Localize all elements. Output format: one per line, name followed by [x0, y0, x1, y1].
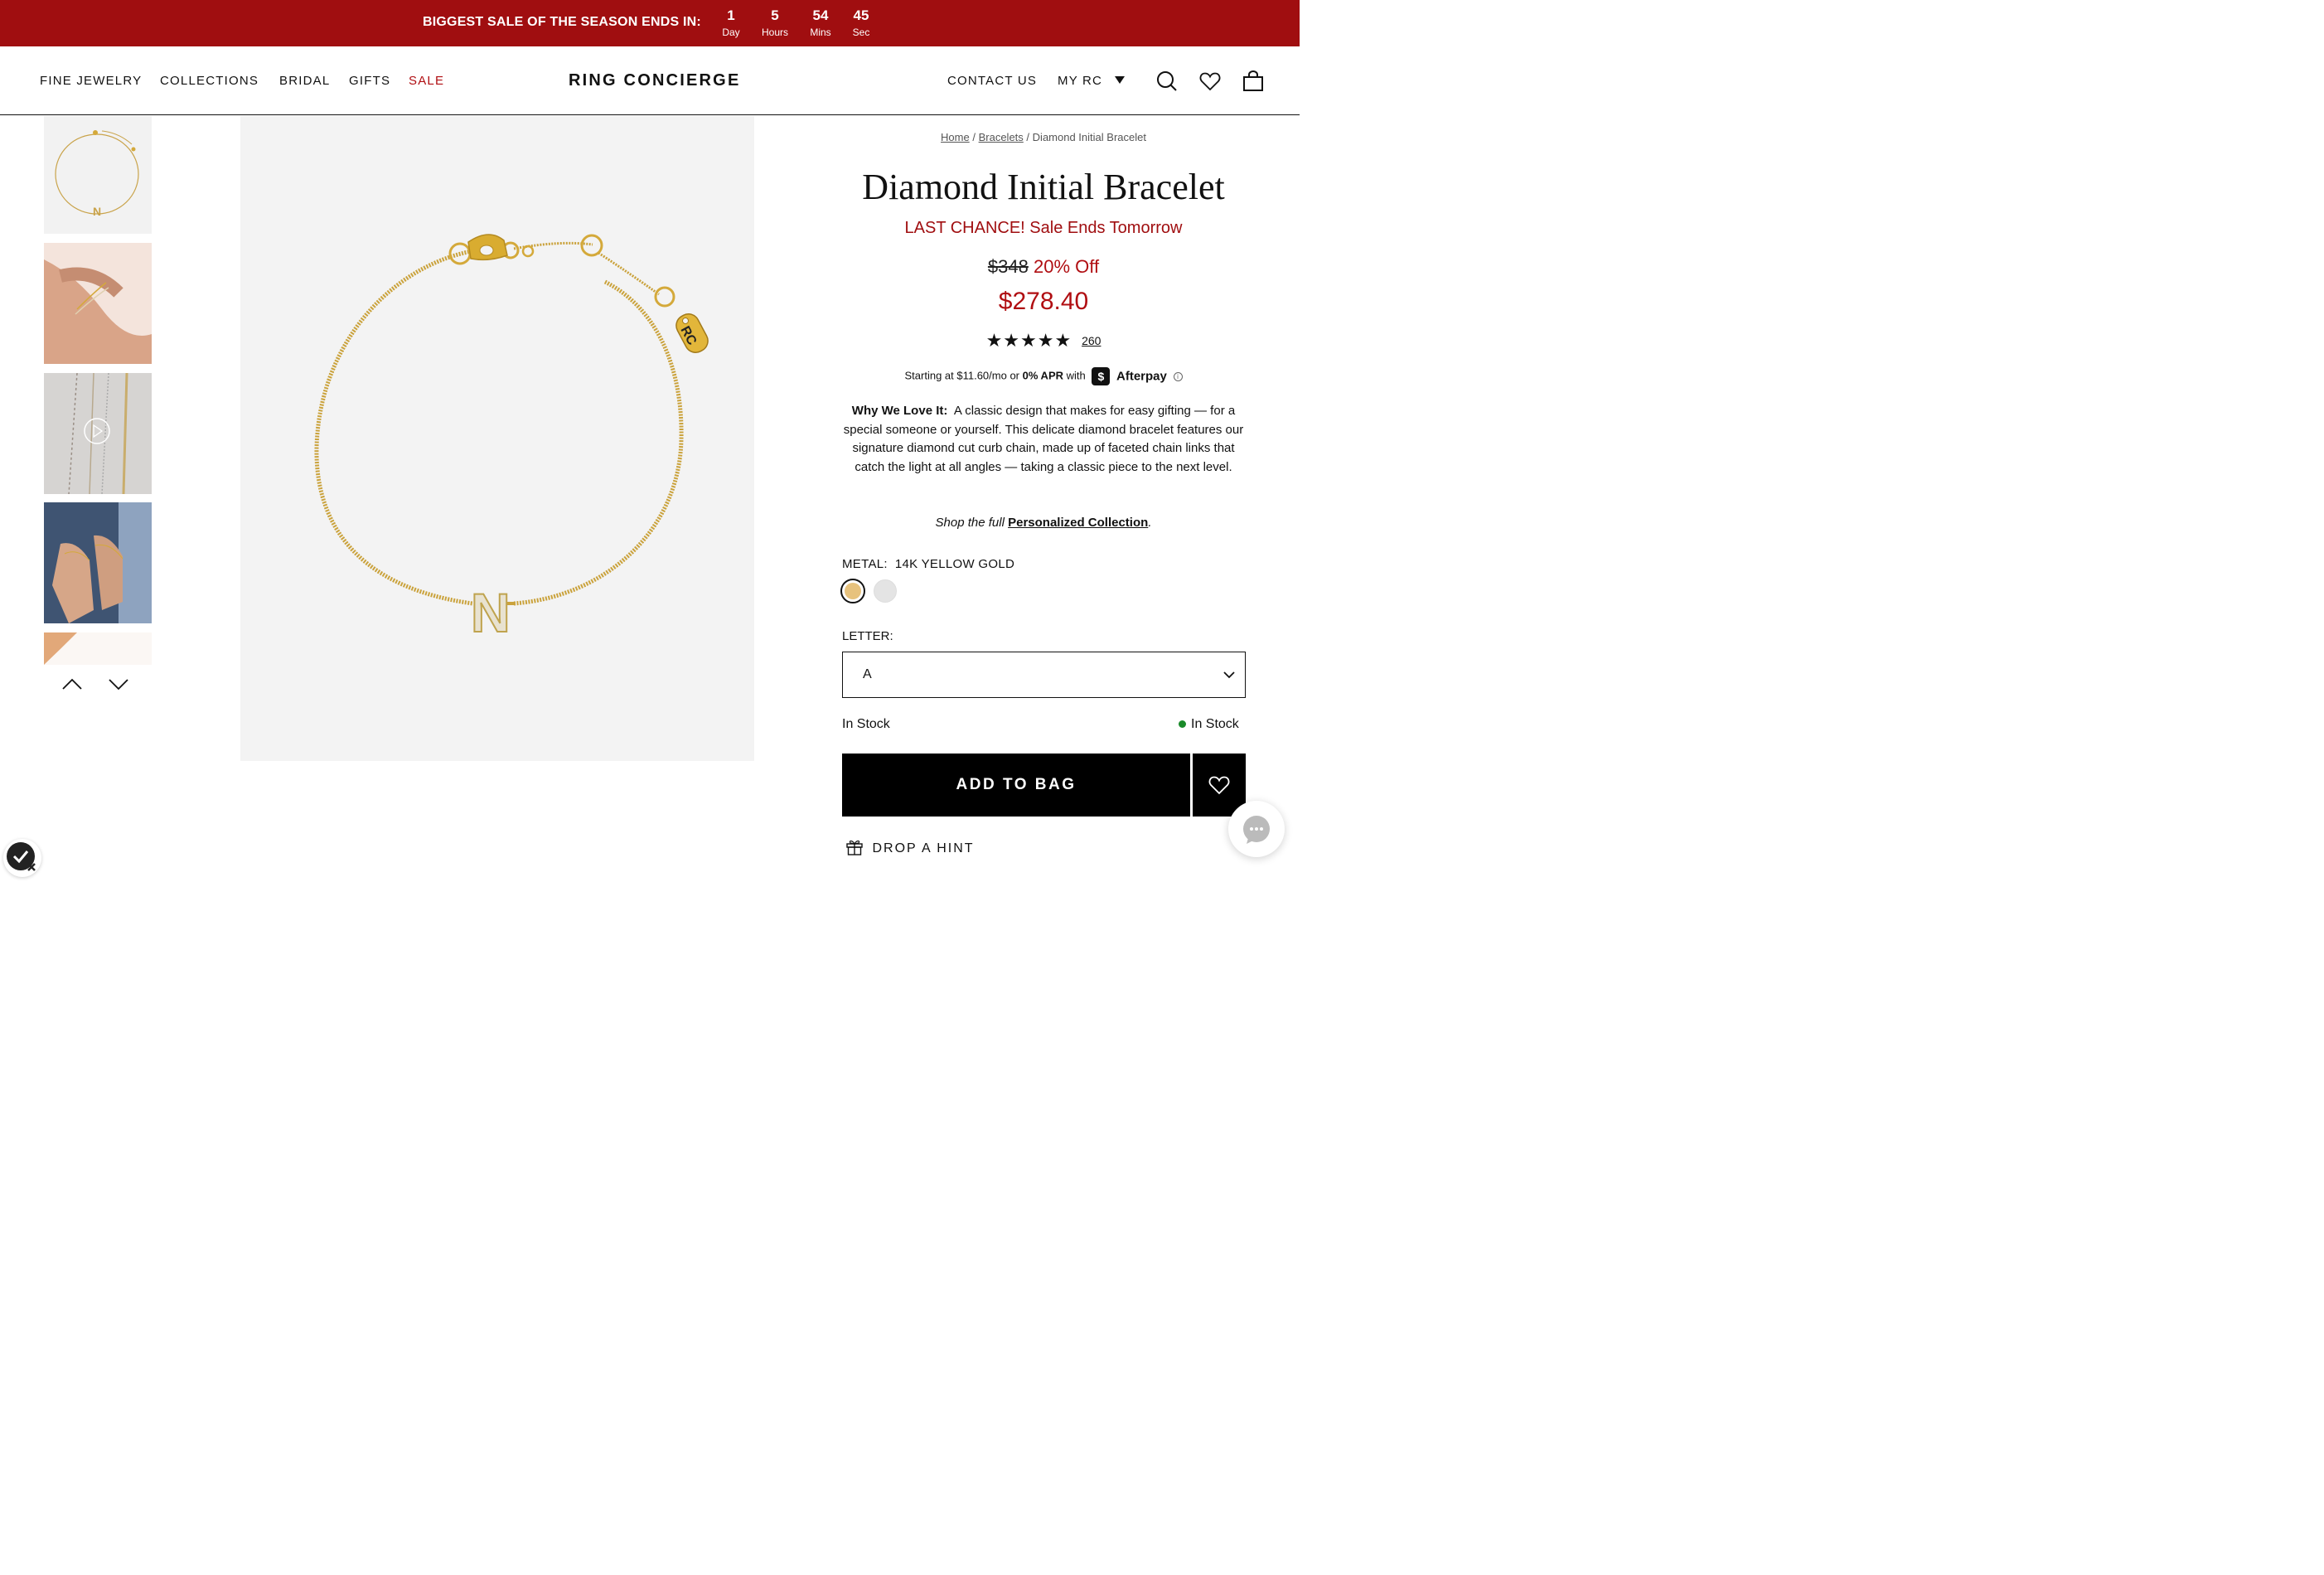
- nav-my-rc[interactable]: MY RC: [1058, 74, 1126, 88]
- breadcrumb-separator: /: [972, 131, 976, 143]
- afterpay-brand: Afterpay: [1116, 369, 1167, 384]
- countdown-value: 45: [853, 7, 869, 23]
- chat-button[interactable]: [1228, 801, 1285, 857]
- heart-icon[interactable]: [1199, 70, 1221, 92]
- drop-a-hint-label: DROP A HINT: [872, 841, 975, 855]
- add-to-bag-button[interactable]: ADD TO BAG: [842, 754, 1190, 817]
- review-count-link[interactable]: 260: [1082, 334, 1101, 347]
- charm-letter: N: [471, 582, 511, 643]
- shop-prefix: Shop the full: [935, 516, 1005, 530]
- privacy-check-icon: [7, 842, 36, 871]
- chat-bubble-icon: [1243, 816, 1270, 844]
- drop-a-hint-link[interactable]: DROP A HINT: [845, 837, 975, 856]
- swatch-color: [845, 583, 861, 599]
- privacy-consent-button[interactable]: [3, 839, 41, 877]
- metal-label: METAL: 14K YELLOW GOLD: [842, 557, 1014, 571]
- countdown-days: 1 Day: [706, 7, 756, 38]
- thumbnail-product[interactable]: N: [44, 116, 152, 234]
- gift-icon: [846, 840, 863, 855]
- promo-text: BIGGEST SALE OF THE SEASON ENDS IN:: [423, 15, 701, 29]
- nav-sale[interactable]: SALE: [409, 74, 444, 88]
- countdown-value: 5: [771, 7, 779, 23]
- info-icon[interactable]: i: [1173, 371, 1183, 381]
- breadcrumb-current: Diamond Initial Bracelet: [1032, 131, 1146, 143]
- countdown-label: Hours: [761, 27, 788, 38]
- nav-fine-jewelry[interactable]: FINE JEWELRY: [40, 74, 142, 88]
- product-description: Why We Love It: A classic design that ma…: [842, 402, 1245, 477]
- wrists-thumbnail-image: [44, 502, 152, 623]
- nav-collections[interactable]: COLLECTIONS: [160, 74, 259, 88]
- sale-price: $278.40: [998, 288, 1089, 315]
- letter-label: LETTER:: [842, 629, 893, 643]
- promo-bar: BIGGEST SALE OF THE SEASON ENDS IN: 1 Da…: [0, 0, 1300, 46]
- shop-collection-line: Shop the full Personalized Collection.: [842, 516, 1245, 530]
- metal-label-key: METAL:: [842, 557, 888, 571]
- countdown-label: Day: [722, 27, 740, 38]
- thumbnail-down-arrow-icon[interactable]: [107, 675, 130, 693]
- countdown-secs: 45 Sec: [836, 7, 886, 38]
- thumbnail-up-arrow-icon[interactable]: [61, 675, 84, 693]
- wrist-thumbnail-image: [44, 243, 152, 364]
- countdown-hours: 5 Hours: [750, 7, 800, 38]
- detail-thumbnail-image: [44, 632, 152, 665]
- afterpay-apr: 0% APR: [1022, 369, 1064, 382]
- site-logo[interactable]: RING CONCIERGE: [569, 71, 740, 90]
- letter-select[interactable]: A: [842, 652, 1246, 698]
- afterpay-message: Starting at $11.60/mo or 0% APR with $ A…: [842, 367, 1245, 385]
- thumbnail-detail[interactable]: [44, 632, 152, 665]
- rating-row: ★★★★★ 260: [842, 330, 1245, 351]
- price-row: $348 20% Off: [842, 256, 1245, 278]
- video-thumbnail-image: [44, 373, 152, 494]
- stock-status-left: In Stock: [842, 717, 890, 731]
- original-price: $348: [987, 256, 1029, 277]
- personalized-collection-link[interactable]: Personalized Collection: [1008, 516, 1148, 530]
- thumbnail-wrists[interactable]: [44, 502, 152, 623]
- breadcrumb-home[interactable]: Home: [941, 131, 970, 143]
- bag-icon[interactable]: [1242, 70, 1264, 92]
- afterpay-starting-text: Starting at $11.60/mo or: [904, 369, 1020, 382]
- breadcrumb: Home / Bracelets / Diamond Initial Brace…: [842, 131, 1245, 143]
- discount-label: 20% Off: [1033, 256, 1100, 277]
- shop-suffix: .: [1148, 516, 1152, 530]
- nav-contact-us[interactable]: CONTACT US: [947, 74, 1037, 88]
- main-nav: FINE JEWELRY COLLECTIONS BRIDAL GIFTS SA…: [0, 46, 1300, 115]
- letter-select-value: A: [863, 667, 872, 681]
- thumbnail-video[interactable]: [44, 373, 152, 494]
- afterpay-with-text: with: [1066, 369, 1086, 382]
- star-rating-icon[interactable]: ★★★★★: [986, 330, 1072, 351]
- bracelet-thumbnail-image: N: [55, 130, 139, 218]
- nav-bridal[interactable]: BRIDAL: [279, 74, 330, 88]
- swatch-white-gold[interactable]: [874, 579, 897, 603]
- nav-gifts[interactable]: GIFTS: [349, 74, 390, 88]
- my-rc-label: MY RC: [1058, 74, 1103, 88]
- bracelet-image: RC N: [314, 234, 709, 644]
- breadcrumb-bracelets[interactable]: Bracelets: [979, 131, 1024, 143]
- charm-letter: N: [93, 205, 101, 218]
- main-product-image[interactable]: RC N: [240, 116, 754, 761]
- stock-status-text: In Stock: [1191, 717, 1239, 731]
- description-lead: Why We Love It:: [851, 404, 948, 418]
- search-icon[interactable]: [1156, 70, 1178, 92]
- countdown-label: Sec: [852, 27, 870, 38]
- product-title: Diamond Initial Bracelet: [862, 167, 1225, 207]
- afterpay-logo-icon: $: [1092, 367, 1111, 385]
- caret-down-icon: [1115, 76, 1126, 84]
- swatch-yellow-gold[interactable]: [840, 579, 865, 603]
- chevron-down-icon: [1223, 671, 1235, 679]
- in-stock-dot-icon: [1179, 720, 1186, 729]
- thumbnail-wrist[interactable]: [44, 243, 152, 364]
- sale-urgency-text: LAST CHANCE! Sale Ends Tomorrow: [904, 219, 1183, 237]
- countdown-value: 1: [727, 7, 735, 23]
- breadcrumb-separator: /: [1026, 131, 1030, 143]
- metal-label-value: 14K YELLOW GOLD: [894, 557, 1015, 571]
- stock-status-right: In Stock: [1179, 717, 1239, 732]
